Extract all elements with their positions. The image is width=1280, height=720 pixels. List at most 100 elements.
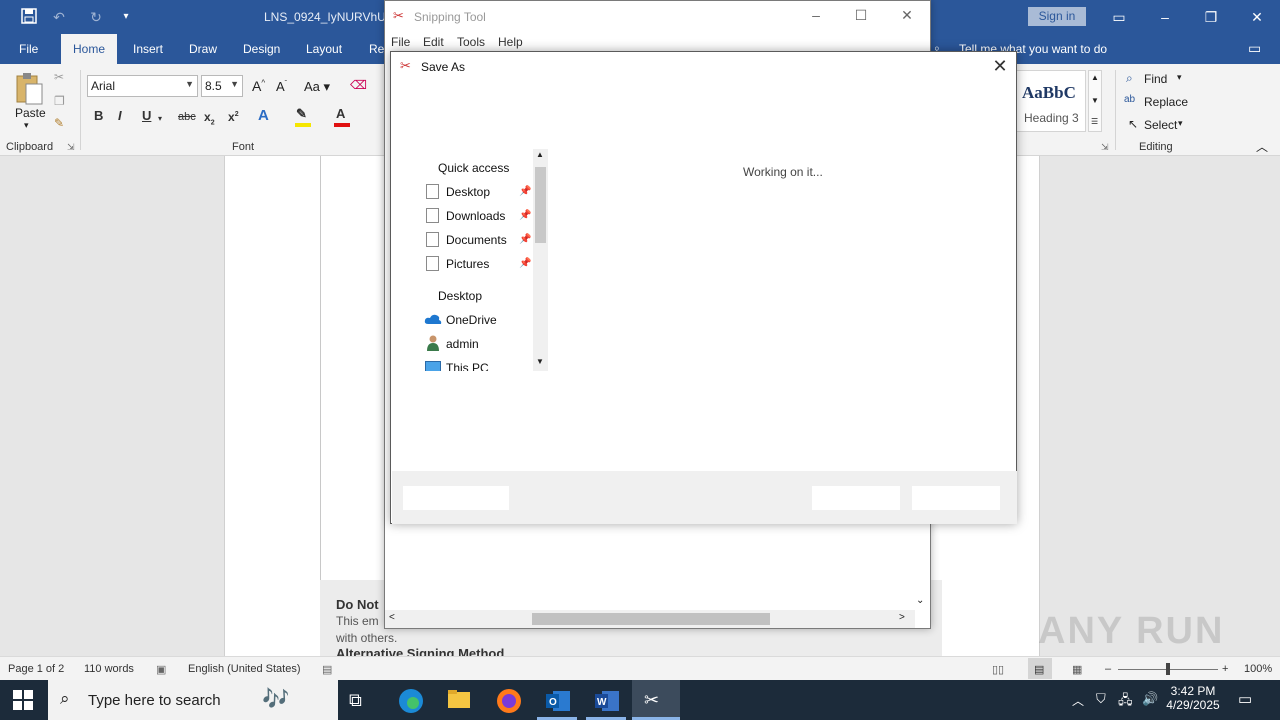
nav-item-documents[interactable]: Documents bbox=[446, 233, 507, 247]
tab-file[interactable]: File bbox=[19, 42, 38, 56]
scroll-left-icon[interactable]: < bbox=[389, 612, 395, 623]
redo-icon[interactable]: ↻ bbox=[87, 8, 105, 26]
font-color-icon[interactable]: A bbox=[336, 106, 345, 121]
horizontal-scrollbar[interactable]: < > bbox=[385, 610, 915, 628]
replace-button[interactable]: Replace bbox=[1144, 95, 1188, 109]
firefox-icon[interactable] bbox=[496, 688, 521, 713]
menu-edit[interactable]: Edit bbox=[423, 35, 444, 49]
nav-item-this-pc[interactable]: This PC bbox=[446, 361, 489, 371]
styles-launcher-icon[interactable]: ⇲ bbox=[1101, 142, 1109, 153]
scroll-down-icon[interactable]: ⌄ bbox=[916, 595, 924, 606]
collapse-ribbon-icon[interactable]: ︿ bbox=[1256, 138, 1268, 155]
chevron-down-icon[interactable]: ▼ bbox=[536, 357, 544, 366]
select-button[interactable]: Select bbox=[1144, 118, 1177, 132]
select-icon[interactable]: ↖ bbox=[1128, 117, 1138, 131]
nav-item-desktop[interactable]: Desktop bbox=[446, 185, 490, 199]
save-icon[interactable] bbox=[20, 8, 38, 26]
nav-item-admin[interactable]: admin bbox=[446, 337, 479, 351]
edge-icon[interactable] bbox=[398, 688, 423, 713]
zoom-slider-thumb[interactable] bbox=[1166, 663, 1170, 675]
highlight-icon[interactable]: ✎ bbox=[296, 106, 307, 122]
shrink-font-icon[interactable]: Aˇ bbox=[276, 79, 287, 94]
network-icon[interactable]: 🖧 bbox=[1118, 691, 1133, 713]
windows-start-icon[interactable] bbox=[12, 689, 36, 713]
file-explorer-icon[interactable] bbox=[447, 688, 471, 712]
hide-folders-button[interactable] bbox=[403, 486, 509, 510]
tab-home[interactable]: Home bbox=[61, 34, 118, 64]
styles-more-icon[interactable]: ☰ bbox=[1091, 117, 1098, 126]
cancel-button[interactable] bbox=[912, 486, 1000, 510]
font-name-box[interactable]: Arial ▼ bbox=[87, 75, 198, 97]
style-heading3[interactable]: AaBbC Heading 3 bbox=[1016, 70, 1086, 132]
maximize-icon[interactable]: ☐ bbox=[846, 7, 876, 24]
menu-tools[interactable]: Tools bbox=[457, 35, 485, 49]
comments-icon[interactable]: ▭ bbox=[1248, 40, 1261, 57]
clipboard-launcher-icon[interactable]: ⇲ bbox=[67, 142, 75, 153]
superscript-icon[interactable]: x2 bbox=[228, 110, 239, 124]
text-effects-icon[interactable]: A bbox=[258, 107, 269, 124]
find-icon[interactable]: ⌕ bbox=[1126, 71, 1133, 86]
grow-font-icon[interactable]: A^ bbox=[252, 78, 265, 94]
replace-icon[interactable]: ab bbox=[1124, 94, 1135, 105]
minimize-icon[interactable]: – bbox=[801, 7, 831, 23]
menu-file[interactable]: File bbox=[391, 35, 410, 49]
chevron-down-icon[interactable]: ▾ bbox=[1178, 118, 1183, 129]
paste-label[interactable]: Paste bbox=[15, 106, 46, 120]
word-icon[interactable]: W bbox=[594, 688, 619, 712]
format-painter-icon[interactable]: ✎ bbox=[54, 116, 64, 130]
outlook-icon[interactable]: O bbox=[545, 688, 570, 712]
underline-icon[interactable]: U bbox=[142, 108, 151, 123]
nav-item-pictures[interactable]: Pictures bbox=[446, 257, 489, 271]
restore-icon[interactable]: ❐ bbox=[1202, 8, 1220, 26]
tab-references[interactable]: Re bbox=[369, 42, 384, 56]
navigation-scrollbar[interactable]: ▲ ▼ bbox=[533, 149, 548, 371]
tab-design[interactable]: Design bbox=[243, 42, 280, 56]
nav-item-onedrive[interactable]: OneDrive bbox=[446, 313, 497, 327]
tab-draw[interactable]: Draw bbox=[189, 42, 217, 56]
page-count[interactable]: Page 1 of 2 bbox=[8, 663, 64, 675]
navigation-scroll-thumb[interactable] bbox=[535, 167, 546, 243]
undo-icon[interactable]: ↶ bbox=[50, 8, 68, 26]
clock[interactable]: 3:42 PM 4/29/2025 bbox=[1164, 684, 1222, 712]
find-button[interactable]: Find bbox=[1144, 72, 1167, 86]
styles-scroll[interactable]: ▲ ▼ ☰ bbox=[1088, 70, 1102, 132]
ribbon-display-icon[interactable]: ▭ bbox=[1110, 8, 1128, 26]
cut-icon[interactable]: ✂ bbox=[54, 70, 64, 84]
web-layout-icon[interactable]: ▦ bbox=[1072, 663, 1082, 676]
menu-help[interactable]: Help bbox=[498, 35, 523, 49]
clear-formatting-icon[interactable]: ⌫ bbox=[350, 78, 367, 92]
subscript-icon[interactable]: x2 bbox=[204, 110, 215, 126]
notifications-icon[interactable]: ▭ bbox=[1238, 690, 1252, 708]
chevron-up-icon[interactable]: ︿ bbox=[1072, 692, 1084, 709]
volume-icon[interactable]: 🔊 bbox=[1142, 691, 1158, 707]
customize-toolbar-icon[interactable]: ▾ bbox=[117, 8, 135, 26]
scroll-right-icon[interactable]: > bbox=[899, 612, 905, 623]
zoom-out-icon[interactable]: – bbox=[1105, 663, 1111, 675]
underline-dropdown-icon[interactable]: ▾ bbox=[158, 114, 162, 123]
desktop-header[interactable]: Desktop bbox=[438, 289, 482, 303]
paste-icon[interactable] bbox=[14, 72, 44, 106]
zoom-level[interactable]: 100% bbox=[1244, 663, 1272, 675]
zoom-in-icon[interactable]: + bbox=[1222, 663, 1228, 675]
task-view-icon[interactable]: ⧉ bbox=[349, 688, 373, 712]
font-size-box[interactable]: 8.5 ▼ bbox=[201, 75, 243, 97]
chevron-down-icon[interactable]: ▾ bbox=[1177, 72, 1182, 83]
nav-item-downloads[interactable]: Downloads bbox=[446, 209, 505, 223]
strikethrough-icon[interactable]: abc bbox=[178, 111, 196, 123]
close-icon[interactable]: ✕ bbox=[988, 56, 1012, 78]
language-status[interactable]: English (United States) bbox=[188, 663, 301, 675]
paste-dropdown-icon[interactable]: ▾ bbox=[24, 120, 29, 131]
chevron-up-icon[interactable]: ▲ bbox=[536, 150, 544, 159]
word-count[interactable]: 110 words bbox=[84, 663, 134, 675]
accessibility-icon[interactable]: ▤ bbox=[322, 663, 332, 676]
close-icon[interactable]: ✕ bbox=[892, 7, 922, 24]
bold-icon[interactable]: B bbox=[94, 108, 103, 123]
tab-insert[interactable]: Insert bbox=[133, 42, 163, 56]
taskbar-search-box[interactable]: ⌕ Type here to search 🎶 bbox=[48, 680, 338, 720]
chevron-down-icon[interactable]: ▼ bbox=[1091, 96, 1099, 105]
italic-icon[interactable]: I bbox=[118, 108, 122, 123]
close-icon[interactable]: ✕ bbox=[1248, 8, 1266, 26]
security-icon[interactable]: ⛉ bbox=[1096, 691, 1106, 707]
copy-icon[interactable]: ❐ bbox=[54, 94, 65, 108]
minimize-icon[interactable]: – bbox=[1156, 8, 1174, 26]
